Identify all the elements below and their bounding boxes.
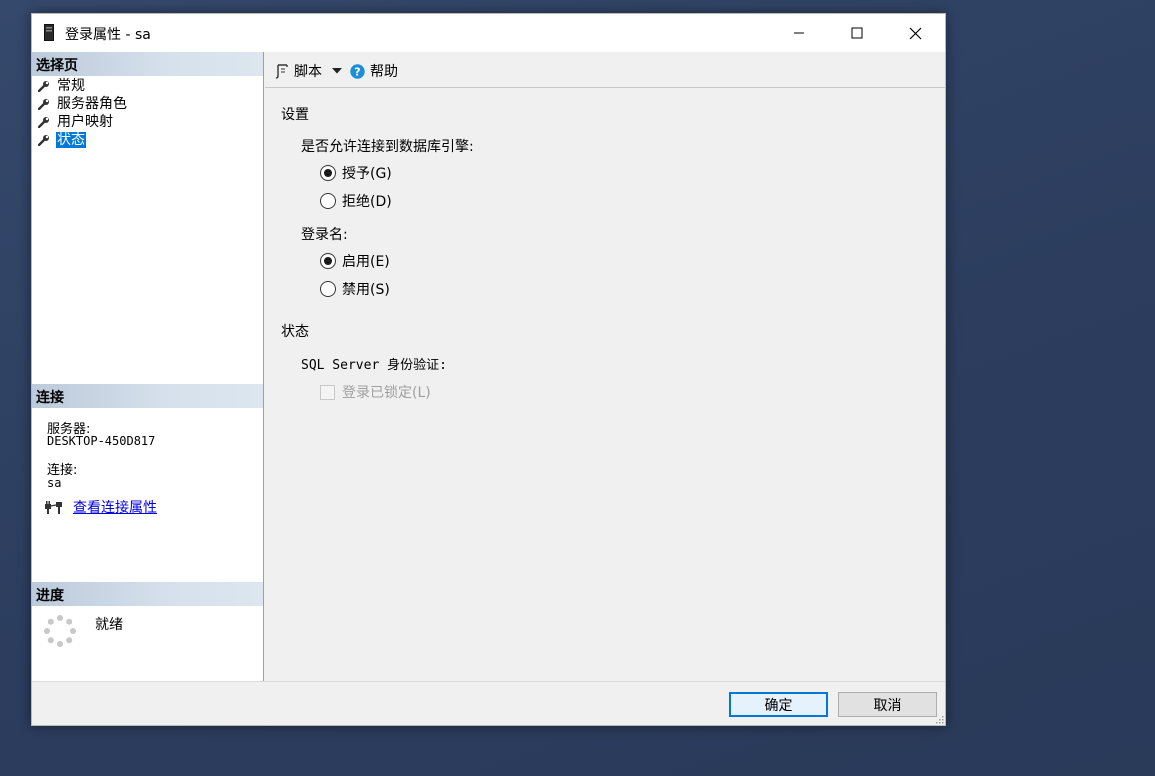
enable-label: 启用(E): [342, 254, 390, 270]
minimize-icon: [794, 32, 804, 34]
deny-radio[interactable]: 拒绝(D): [320, 191, 392, 211]
radio-circle: [320, 165, 336, 181]
window-title: 登录属性 - sa: [65, 27, 151, 43]
left-pane: 选择页 常规 服务器角色 用户映射 状态 连接 服务器: DESKTOP-450…: [32, 52, 264, 681]
script-button[interactable]: 脚本: [275, 61, 343, 81]
cancel-button[interactable]: 取消: [838, 692, 937, 717]
grant-label: 授予(G): [342, 166, 392, 182]
deny-label: 拒绝(D): [342, 194, 392, 210]
help-button[interactable]: ? 帮助: [350, 61, 398, 81]
minimize-button[interactable]: [770, 14, 828, 52]
grant-radio[interactable]: 授予(G): [320, 163, 392, 183]
select-page-header: 选择页: [32, 52, 263, 76]
server-icon: [44, 24, 54, 41]
page-item-status[interactable]: 状态: [38, 131, 86, 149]
server-value: DESKTOP-450D817: [47, 434, 156, 448]
chevron-down-icon[interactable]: [331, 67, 343, 75]
script-icon: [275, 64, 288, 79]
page-item-label: 服务器角色: [57, 96, 127, 112]
radio-circle: [320, 253, 336, 269]
ok-button[interactable]: 确定: [729, 692, 828, 717]
status-page-content: 设置 是否允许连接到数据库引擎: 授予(G) 拒绝(D) 登录名: 启用(E) …: [265, 89, 945, 681]
progress-header: 进度: [32, 582, 263, 606]
settings-group-title: 设置: [281, 107, 309, 123]
page-item-label: 常规: [57, 78, 85, 94]
maximize-icon: [851, 27, 863, 39]
db-engine-permission-label: 是否允许连接到数据库引擎:: [301, 139, 474, 155]
connection-header: 连接: [32, 384, 263, 408]
login-locked-label: 登录已锁定(L): [342, 385, 431, 401]
connection-value: sa: [47, 476, 62, 490]
login-locked-checkbox: 登录已锁定(L): [320, 382, 431, 402]
page-item-general[interactable]: 常规: [38, 77, 86, 95]
connection-plug-icon: [45, 501, 62, 514]
wrench-icon: [38, 135, 49, 146]
progress-status: 就绪: [95, 617, 123, 633]
status-group-title: 状态: [281, 324, 309, 340]
login-properties-dialog: 登录属性 - sa 选择页 常规 服务器角色 用户映射 状态 连接 服务器: D…: [31, 13, 946, 726]
page-item-label: 状态: [56, 132, 86, 148]
radio-selected-dot: [324, 169, 332, 177]
dialog-footer: 确定 取消: [32, 681, 945, 725]
resize-grip-icon[interactable]: [936, 716, 944, 724]
wrench-icon: [38, 81, 49, 92]
checkbox-box: [320, 384, 335, 400]
maximize-button[interactable]: [828, 14, 886, 52]
wrench-icon: [38, 99, 49, 110]
disable-label: 禁用(S): [342, 282, 390, 298]
login-label: 登录名:: [301, 227, 348, 243]
help-icon: ?: [350, 63, 365, 79]
radio-selected-dot: [324, 257, 332, 265]
toolbar: 脚本 ? 帮助: [265, 52, 945, 88]
help-label: 帮助: [370, 64, 398, 80]
disable-radio[interactable]: 禁用(S): [320, 279, 390, 299]
radio-circle: [320, 281, 336, 297]
svg-text:?: ?: [354, 65, 360, 78]
title-bar[interactable]: 登录属性 - sa: [32, 14, 945, 52]
radio-circle: [320, 193, 336, 209]
view-connection-properties-link[interactable]: 查看连接属性: [73, 497, 157, 517]
progress-spinner-icon: [44, 615, 76, 647]
close-icon: [909, 27, 921, 39]
wrench-icon: [38, 117, 49, 128]
page-item-user-mapping[interactable]: 用户映射: [38, 113, 114, 131]
page-item-server-roles[interactable]: 服务器角色: [38, 95, 128, 113]
enable-radio[interactable]: 启用(E): [320, 251, 390, 271]
close-button[interactable]: [886, 14, 944, 52]
script-label: 脚本: [294, 64, 322, 80]
sql-auth-label: SQL Server 身份验证:: [301, 358, 447, 373]
page-item-label: 用户映射: [57, 114, 113, 130]
